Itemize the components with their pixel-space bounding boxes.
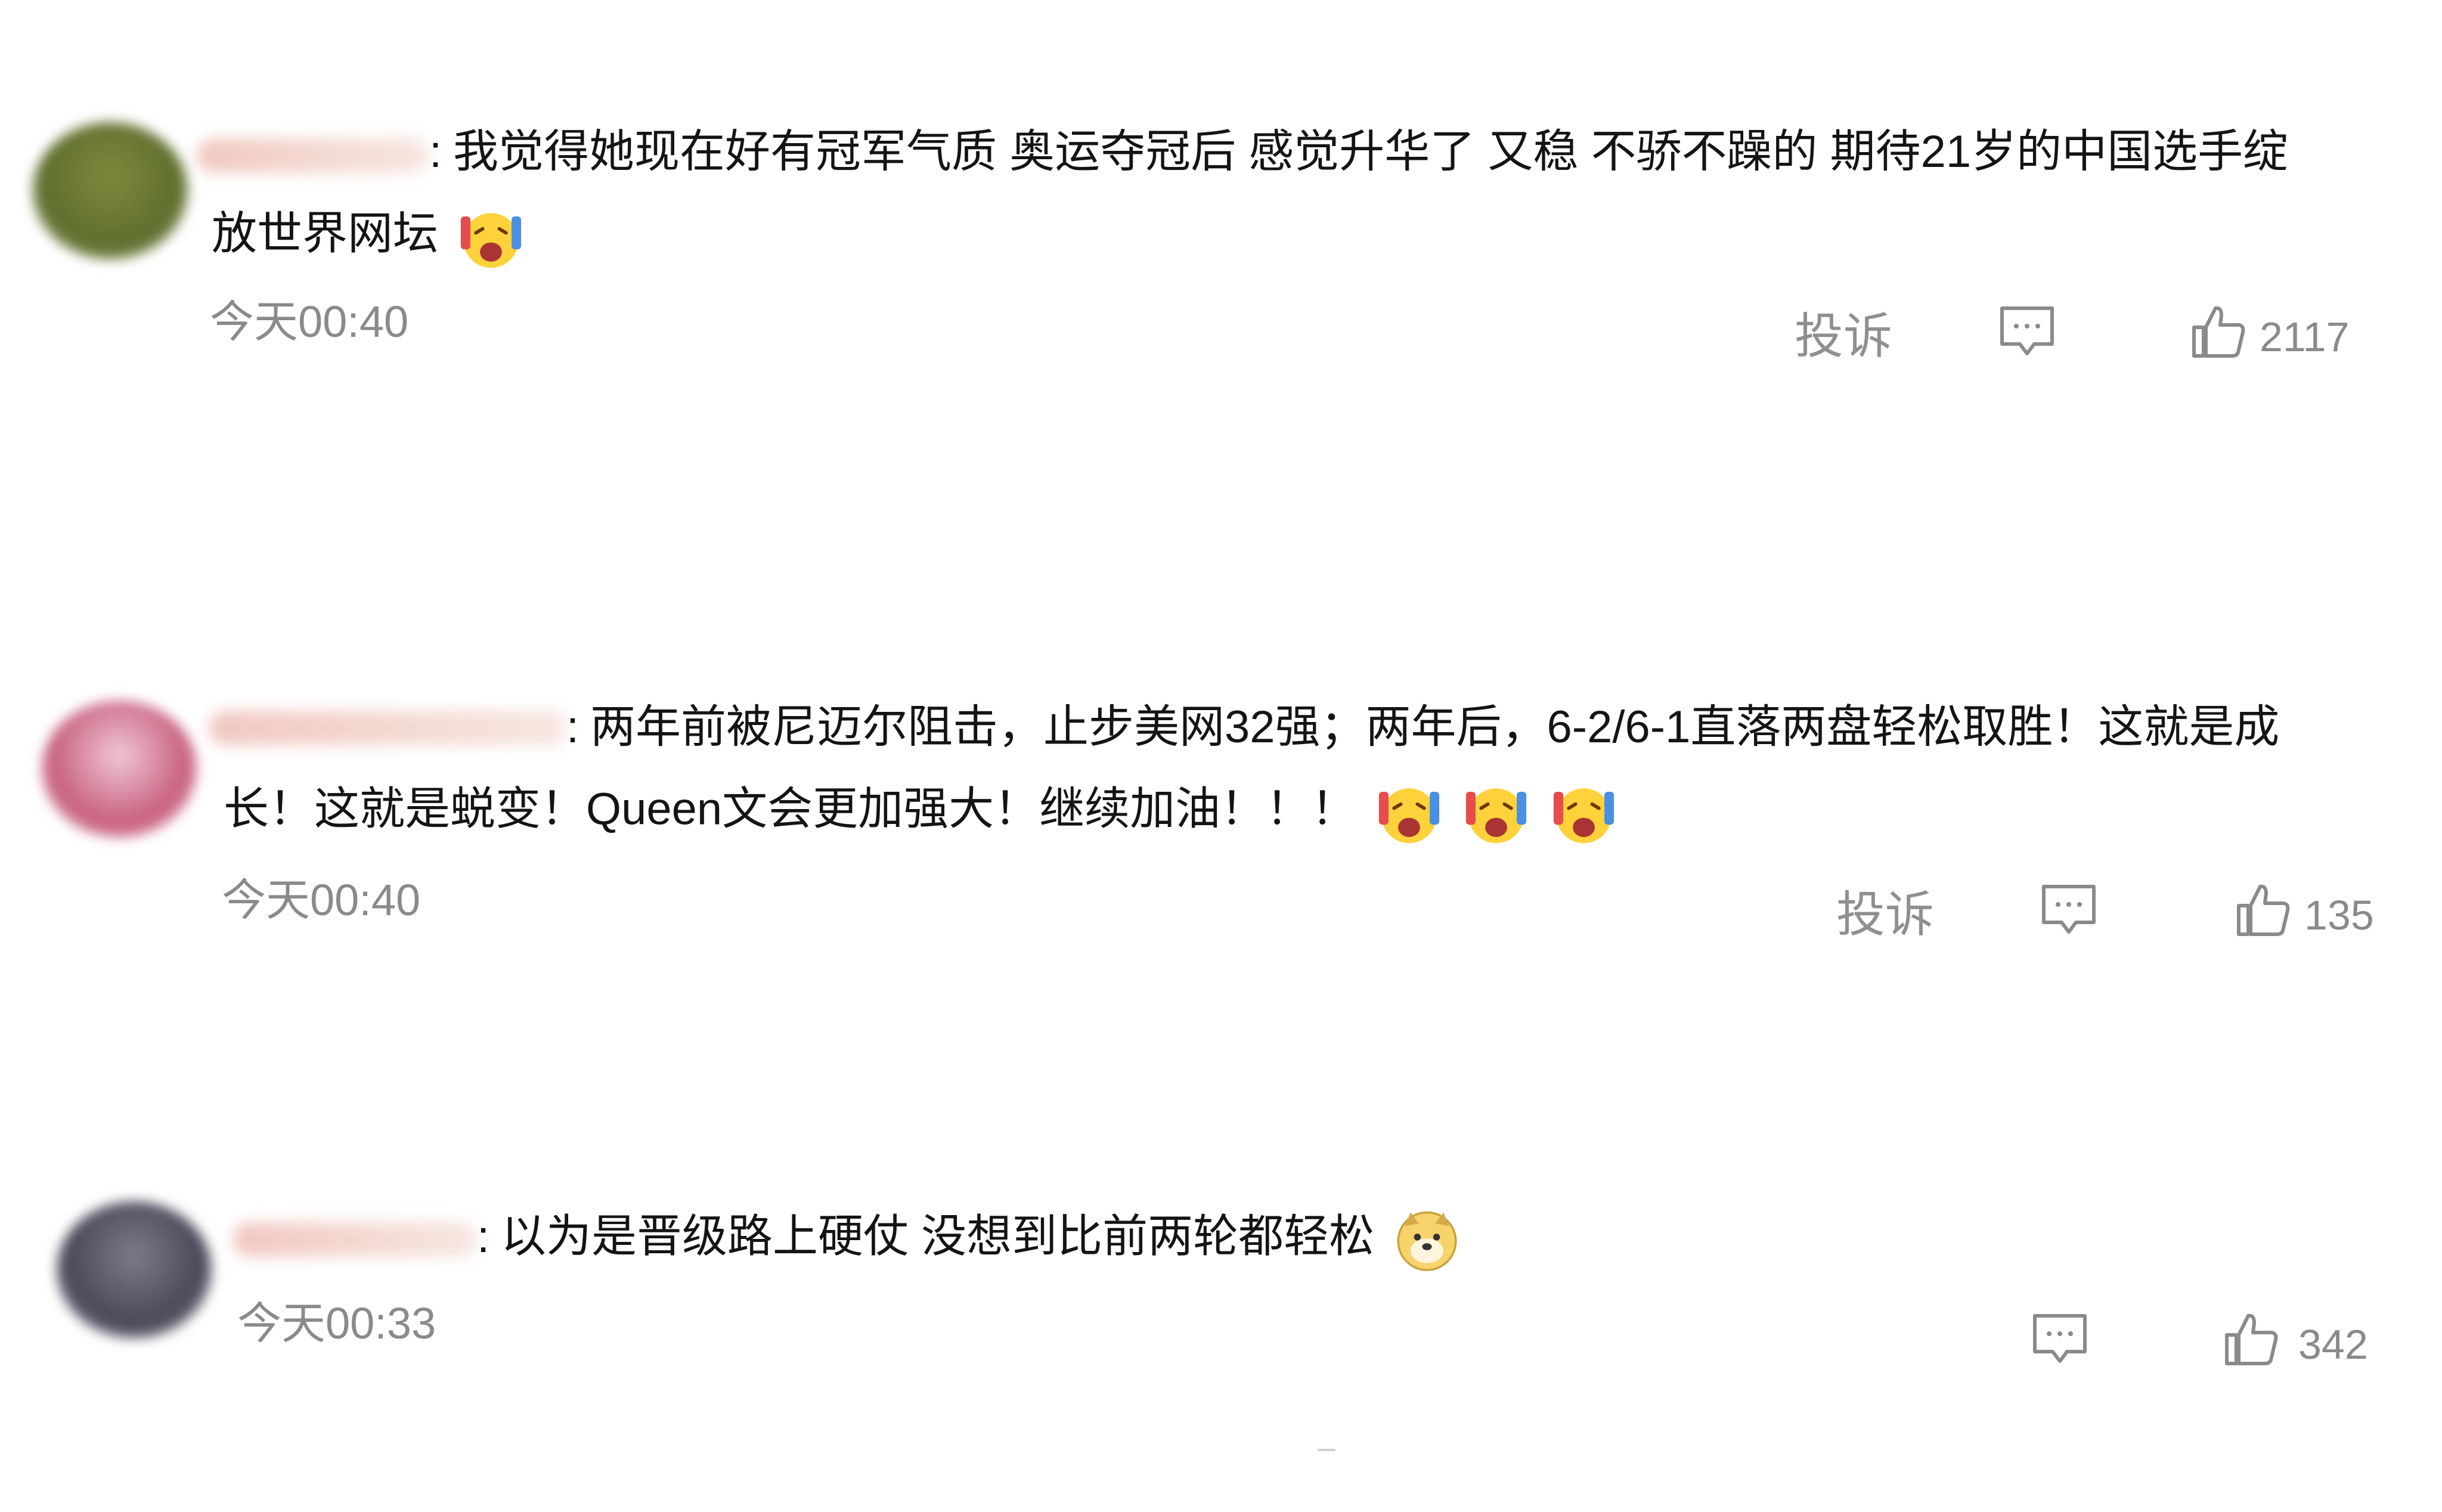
colon-separator: : (429, 126, 442, 177)
scroll-indicator (1318, 1449, 1335, 1451)
scream-cheer-icon (1379, 788, 1440, 844)
like-count: 342 (2298, 1321, 2368, 1368)
thumbs-up-icon[interactable] (2221, 1309, 2280, 1368)
thumbs-up-icon[interactable] (2233, 879, 2292, 939)
timestamp: 今天00:40 (210, 297, 409, 346)
colon-separator: : (477, 1211, 490, 1262)
scream-cheer-icon (1466, 788, 1527, 844)
avatar[interactable] (42, 701, 197, 838)
timestamp: 今天00:33 (237, 1299, 436, 1348)
username-blurred[interactable] (233, 1222, 477, 1257)
colon-separator: : (566, 702, 579, 752)
reply-comment-icon[interactable] (2039, 879, 2099, 939)
username-blurred[interactable] (209, 711, 566, 745)
scream-cheer-icon (1553, 788, 1614, 844)
comment-text-line-2: 放世界网坛 (212, 203, 525, 271)
thumbs-up-icon[interactable] (2188, 301, 2248, 361)
report-button[interactable]: 投诉 (1836, 885, 1934, 945)
avatar[interactable] (33, 122, 188, 259)
comment-text-line-1: : 我觉得她现在好有冠军气质 奥运夺冠后 感觉升华了 又稳 不骄不躁的 期待21岁… (429, 122, 2288, 182)
reply-comment-icon[interactable] (2030, 1309, 2090, 1368)
like-count: 135 (2304, 892, 2374, 938)
doge-icon (1397, 1211, 1457, 1271)
comment-text-line-1: : 以为是晋级路上硬仗 没想到比前两轮都轻松 (477, 1206, 1461, 1274)
report-button[interactable]: 投诉 (1795, 307, 1892, 367)
like-count: 2117 (2260, 314, 2350, 360)
timestamp: 今天00:40 (222, 875, 421, 925)
username-blurred[interactable] (197, 138, 429, 173)
scream-cheer-icon (461, 213, 522, 268)
reply-comment-icon[interactable] (1997, 301, 2057, 361)
comment-text-line-1: : 两年前被尼迈尔阻击，止步美网32强；两年后，6-2/6-1直落两盘轻松取胜！这… (566, 698, 2279, 757)
avatar[interactable] (57, 1201, 212, 1339)
comment-text-line-2: 长！这就是蜕变！Queen文会更加强大！继续加油！！！ (224, 778, 1618, 847)
